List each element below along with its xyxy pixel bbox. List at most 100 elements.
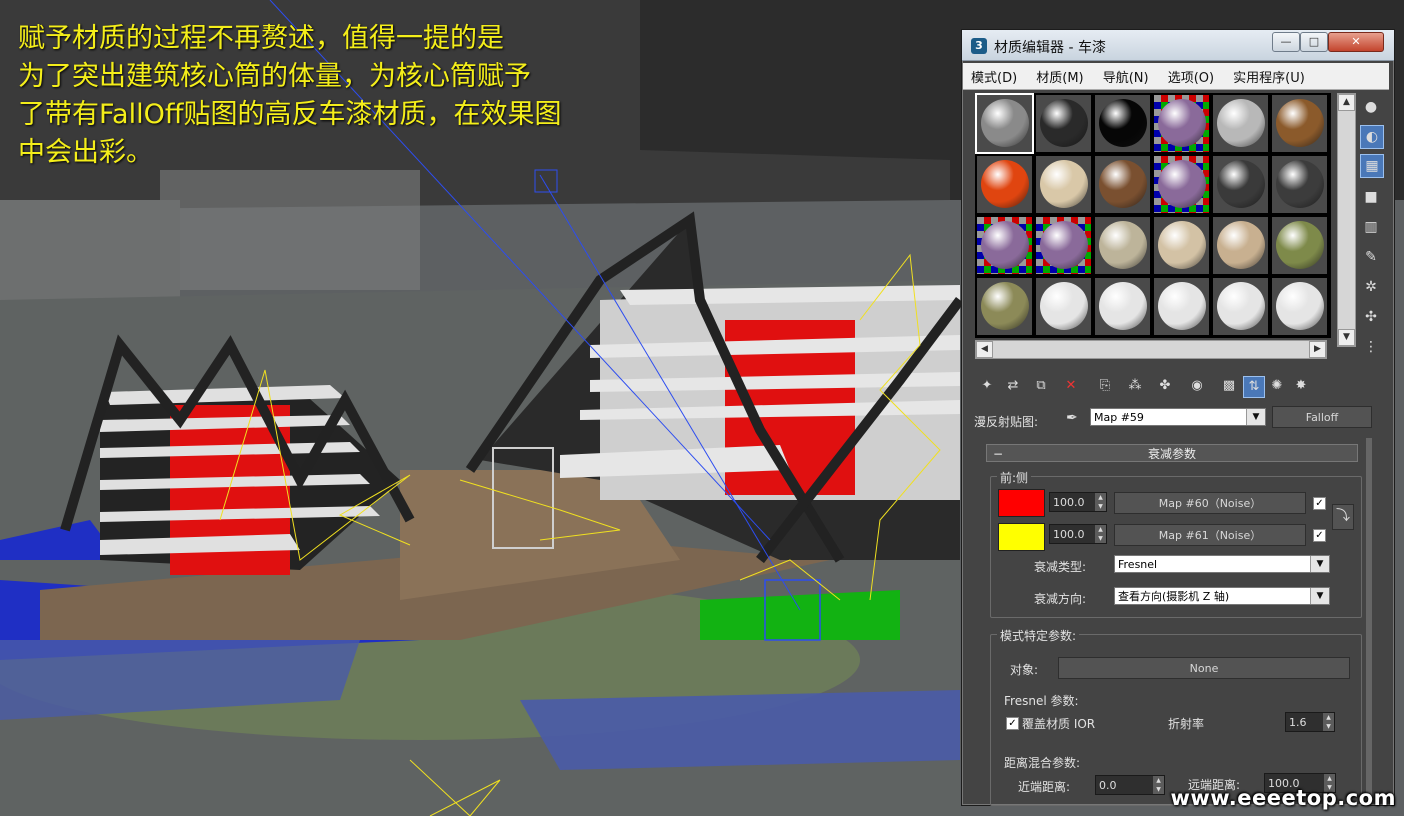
- scroll-down-icon[interactable]: ▼: [1338, 329, 1355, 346]
- tutorial-caption: 赋予材质的过程不再赘述，值得一提的是 为了突出建筑核心筒的体量，为核心筒赋予 了…: [18, 20, 561, 172]
- menu-utilities[interactable]: 实用程序(U): [1225, 63, 1311, 89]
- spinner-arrows-icon[interactable]: ▲ ▼: [1153, 776, 1164, 794]
- object-pick-button[interactable]: None: [1058, 657, 1350, 679]
- material-slot[interactable]: [977, 278, 1032, 335]
- material-slot[interactable]: [1154, 278, 1209, 335]
- 3ds-max-icon[interactable]: 3: [971, 38, 987, 54]
- override-ior-label: 覆盖材质 IOR: [1022, 717, 1096, 731]
- chevron-down-icon[interactable]: ▼: [1246, 409, 1265, 425]
- material-slot[interactable]: [1154, 217, 1209, 274]
- swap-colors-icon[interactable]: ⤵: [1332, 504, 1354, 530]
- side-amount-value: 100.0: [1053, 528, 1085, 541]
- material-map-navigator-icon[interactable]: ⋮: [1360, 336, 1382, 358]
- backlight-icon[interactable]: ◐: [1360, 125, 1384, 149]
- material-slot[interactable]: [1154, 95, 1209, 152]
- get-material-icon[interactable]: ✦: [977, 376, 997, 396]
- fresnel-params-label: Fresnel 参数:: [1004, 694, 1079, 708]
- panel-scrollbar[interactable]: [1366, 438, 1372, 798]
- material-slot[interactable]: [1213, 156, 1268, 213]
- minimize-button[interactable]: —: [1272, 32, 1300, 52]
- scroll-up-icon[interactable]: ▲: [1338, 94, 1355, 111]
- copy-material-icon[interactable]: ⎘: [1095, 376, 1115, 396]
- scroll-left-icon[interactable]: ◀: [976, 341, 993, 358]
- material-slot[interactable]: [1036, 217, 1091, 274]
- front-color-swatch[interactable]: [998, 489, 1045, 517]
- material-slot[interactable]: [1213, 217, 1268, 274]
- side-map-button[interactable]: Map #61（Noise）: [1114, 524, 1306, 546]
- menu-mode[interactable]: 模式(D): [963, 63, 1023, 89]
- material-slot[interactable]: [977, 217, 1032, 274]
- map-type-button[interactable]: Falloff: [1272, 406, 1372, 428]
- material-slot[interactable]: [1095, 217, 1150, 274]
- front-amount-spinner[interactable]: 100.0 ▲ ▼: [1049, 492, 1107, 512]
- reset-map-icon[interactable]: ✕: [1061, 376, 1081, 396]
- material-slot[interactable]: [1213, 95, 1268, 152]
- distance-blend-label: 距离混合参数:: [1004, 756, 1081, 770]
- assign-material-icon[interactable]: ⧉: [1031, 376, 1051, 396]
- uv-tiling-icon[interactable]: ■: [1360, 186, 1382, 208]
- material-sphere: [1217, 221, 1265, 269]
- go-to-parent-icon[interactable]: ✺: [1267, 376, 1287, 396]
- menu-options[interactable]: 选项(O): [1160, 63, 1220, 89]
- title-bar[interactable]: 3 材质编辑器 - 车漆 — □ ✕: [962, 30, 1394, 61]
- spinner-arrows-icon[interactable]: ▲ ▼: [1323, 713, 1334, 731]
- material-slot[interactable]: [1272, 156, 1327, 213]
- front-map-button[interactable]: Map #60（Noise）: [1114, 492, 1306, 514]
- video-color-check-icon[interactable]: ▥: [1360, 216, 1382, 238]
- material-slot[interactable]: [1095, 95, 1150, 152]
- make-unique-icon[interactable]: ⁂: [1125, 376, 1145, 396]
- select-by-material-icon[interactable]: ✣: [1360, 306, 1382, 328]
- put-to-library-icon[interactable]: ✤: [1155, 376, 1175, 396]
- slots-horizontal-scrollbar[interactable]: ◀ ▶: [975, 340, 1327, 359]
- material-sphere: [1158, 99, 1206, 147]
- material-sphere: [981, 160, 1029, 208]
- material-id-channel-icon[interactable]: ◉: [1187, 376, 1207, 396]
- make-preview-icon[interactable]: ✎: [1360, 246, 1382, 268]
- falloff-rollout-header[interactable]: − 衰减参数: [986, 444, 1358, 462]
- spinner-arrows-icon[interactable]: ▲ ▼: [1095, 525, 1106, 543]
- ior-spinner[interactable]: 1.6 ▲ ▼: [1285, 712, 1335, 732]
- chevron-down-icon[interactable]: ▼: [1310, 556, 1329, 572]
- front-map-checkbox[interactable]: ✓: [1313, 497, 1326, 510]
- near-distance-spinner[interactable]: 0.0 ▲ ▼: [1095, 775, 1165, 795]
- menu-material[interactable]: 材质(M): [1028, 63, 1089, 89]
- options-icon[interactable]: ✲: [1360, 276, 1382, 298]
- material-editor-window: 3 材质编辑器 - 车漆 — □ ✕ 模式(D) 材质(M) 导航(N) 选项(…: [961, 29, 1395, 806]
- material-slot[interactable]: [1272, 217, 1327, 274]
- falloff-direction-select[interactable]: 查看方向(摄影机 Z 轴) ▼: [1114, 587, 1330, 605]
- scroll-right-icon[interactable]: ▶: [1309, 341, 1326, 358]
- eyedropper-icon[interactable]: ✒: [1066, 410, 1078, 426]
- material-slot[interactable]: [1036, 278, 1091, 335]
- material-slot[interactable]: [1272, 95, 1327, 152]
- side-amount-spinner[interactable]: 100.0 ▲ ▼: [1049, 524, 1107, 544]
- spinner-arrows-icon[interactable]: ▲ ▼: [1095, 493, 1106, 511]
- override-ior-checkbox[interactable]: ✓: [1006, 717, 1019, 730]
- close-button[interactable]: ✕: [1328, 32, 1384, 52]
- menu-navigation[interactable]: 导航(N): [1095, 63, 1155, 89]
- material-slot[interactable]: [1095, 156, 1150, 213]
- falloff-type-select[interactable]: Fresnel ▼: [1114, 555, 1330, 573]
- sample-type-icon[interactable]: ●: [1360, 96, 1382, 118]
- show-end-result-icon[interactable]: ⇅: [1243, 376, 1265, 398]
- maximize-button[interactable]: □: [1300, 32, 1328, 52]
- material-slot[interactable]: [975, 93, 1034, 154]
- material-slot[interactable]: [1095, 278, 1150, 335]
- material-slot[interactable]: [1036, 156, 1091, 213]
- go-forward-sibling-icon[interactable]: ✸: [1291, 376, 1311, 396]
- material-slot[interactable]: [1036, 95, 1091, 152]
- side-color-swatch[interactable]: [998, 523, 1045, 551]
- material-slot[interactable]: [1213, 278, 1268, 335]
- collapse-icon[interactable]: −: [993, 445, 1003, 463]
- front-amount-value: 100.0: [1053, 496, 1085, 509]
- background-checker-icon[interactable]: ▦: [1360, 154, 1384, 178]
- material-slot[interactable]: [1154, 156, 1209, 213]
- put-to-scene-icon[interactable]: ⇄: [1003, 376, 1023, 396]
- material-slot[interactable]: [977, 156, 1032, 213]
- chevron-down-icon[interactable]: ▼: [1310, 588, 1329, 604]
- side-map-checkbox[interactable]: ✓: [1313, 529, 1326, 542]
- map-name-field[interactable]: Map #59 ▼: [1090, 408, 1266, 426]
- material-sphere: [1040, 99, 1088, 147]
- show-map-icon[interactable]: ▩: [1219, 376, 1239, 396]
- slots-vertical-scrollbar[interactable]: ▲ ▼: [1337, 93, 1356, 347]
- material-slot[interactable]: [1272, 278, 1327, 335]
